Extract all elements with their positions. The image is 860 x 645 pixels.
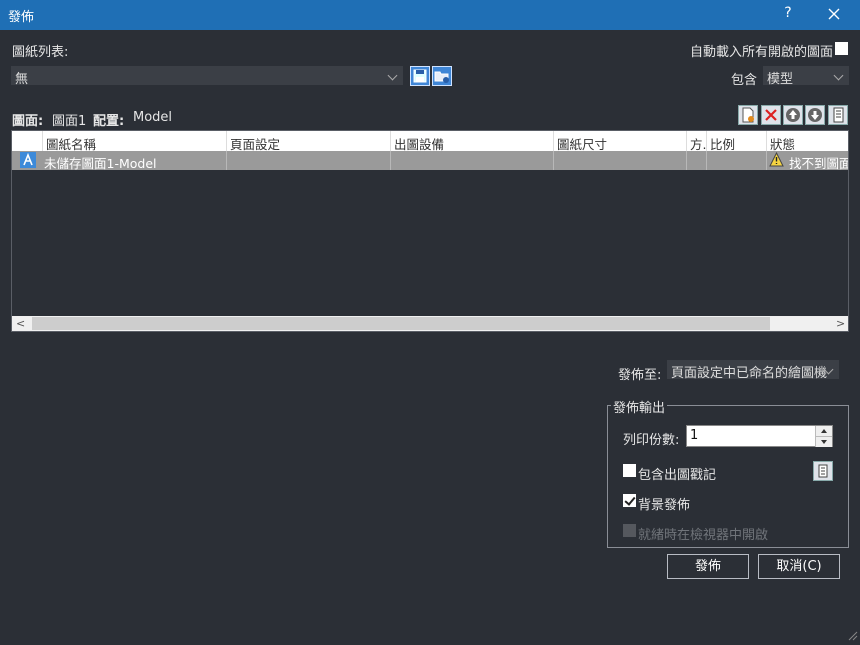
drawing-value: 圖面1 bbox=[52, 114, 87, 129]
add-sheets-button[interactable] bbox=[738, 105, 758, 125]
copies-value[interactable]: 1 bbox=[690, 428, 698, 443]
chevron-right-icon[interactable]: > bbox=[836, 317, 845, 330]
chevron-down-icon bbox=[833, 70, 844, 81]
floppy-disk-icon bbox=[413, 69, 427, 83]
include-value: 模型 bbox=[767, 72, 794, 87]
row-status: 找不到圖面 bbox=[789, 156, 848, 171]
auto-load-label: 自動載入所有開啟的圖面 bbox=[690, 45, 834, 60]
remove-sheets-button[interactable] bbox=[761, 105, 781, 125]
settings-sheet-icon bbox=[818, 464, 828, 478]
close-button[interactable] bbox=[822, 4, 846, 26]
plot-stamp-label: 包含出圖戳記 bbox=[638, 468, 717, 483]
load-list-button[interactable] bbox=[432, 66, 452, 86]
warning-icon bbox=[769, 152, 784, 170]
cancel-button[interactable]: 取消(C) bbox=[758, 554, 840, 579]
copies-stepper[interactable]: 1 bbox=[686, 425, 833, 447]
sheet-list-icon bbox=[833, 107, 844, 123]
title-bar: 發佈 ? bbox=[0, 0, 860, 30]
move-up-button[interactable] bbox=[783, 105, 803, 125]
publish-to-value: 頁面設定中已命名的繪圖機 bbox=[671, 366, 828, 381]
publish-to-label: 發佈至: bbox=[618, 368, 662, 383]
drawing-label: 圖面: bbox=[12, 114, 44, 129]
copies-label: 列印份數: bbox=[623, 433, 680, 448]
help-button[interactable]: ? bbox=[778, 5, 798, 21]
delete-x-icon bbox=[765, 109, 777, 121]
resize-grip-icon[interactable] bbox=[846, 629, 858, 645]
window-title: 發佈 bbox=[8, 10, 35, 25]
chevron-down-icon bbox=[387, 70, 398, 81]
add-sheet-icon bbox=[742, 107, 754, 123]
row-sheet-name: 未儲存圖面1-Model bbox=[44, 156, 157, 171]
layout-value: Model bbox=[133, 110, 173, 125]
background-publish-label: 背景發佈 bbox=[638, 498, 691, 513]
open-in-viewer-checkbox bbox=[623, 524, 636, 537]
plot-stamp-settings-button[interactable] bbox=[828, 105, 848, 125]
layout-icon bbox=[20, 152, 36, 171]
move-down-button[interactable] bbox=[805, 105, 825, 125]
publish-button[interactable]: 發佈 bbox=[667, 554, 749, 579]
publish-to-dropdown[interactable]: 頁面設定中已命名的繪圖機 bbox=[667, 360, 839, 381]
scrollbar-thumb[interactable] bbox=[32, 317, 770, 330]
horizontal-scrollbar[interactable]: < > bbox=[12, 316, 848, 331]
sheet-grid[interactable]: 圖紙名稱 頁面設定 出圖設備 圖紙尺寸 方. 比例 狀態 未儲存圖面1-Mode… bbox=[11, 130, 849, 332]
save-list-button[interactable] bbox=[410, 66, 430, 86]
include-dropdown[interactable]: 模型 bbox=[763, 66, 849, 87]
increment-button[interactable] bbox=[815, 426, 832, 436]
chevron-left-icon[interactable]: < bbox=[16, 317, 25, 330]
close-icon bbox=[828, 8, 840, 20]
layout-label: 配置: bbox=[93, 114, 125, 129]
plot-stamp-checkbox[interactable] bbox=[623, 464, 636, 477]
background-publish-checkbox[interactable] bbox=[623, 494, 636, 507]
open-in-viewer-label: 就緒時在檢視器中開啟 bbox=[638, 528, 769, 543]
sheet-list-dropdown[interactable]: 無 bbox=[11, 66, 403, 87]
sheet-list-value: 無 bbox=[15, 72, 29, 87]
auto-load-checkbox[interactable] bbox=[835, 42, 848, 55]
open-folder-icon bbox=[434, 71, 449, 83]
publish-output-title: 發佈輸出 bbox=[611, 397, 668, 416]
include-label: 包含 bbox=[731, 73, 758, 88]
table-row[interactable]: 未儲存圖面1-Model 找不到圖面 bbox=[12, 151, 848, 171]
plot-stamp-settings-small-button[interactable] bbox=[813, 461, 833, 481]
arrow-down-icon bbox=[808, 108, 822, 122]
decrement-button[interactable] bbox=[815, 436, 832, 447]
arrow-up-icon bbox=[786, 108, 800, 122]
grid-header: 圖紙名稱 頁面設定 出圖設備 圖紙尺寸 方. 比例 狀態 bbox=[12, 131, 848, 152]
sheet-list-label: 圖紙列表: bbox=[12, 45, 69, 60]
